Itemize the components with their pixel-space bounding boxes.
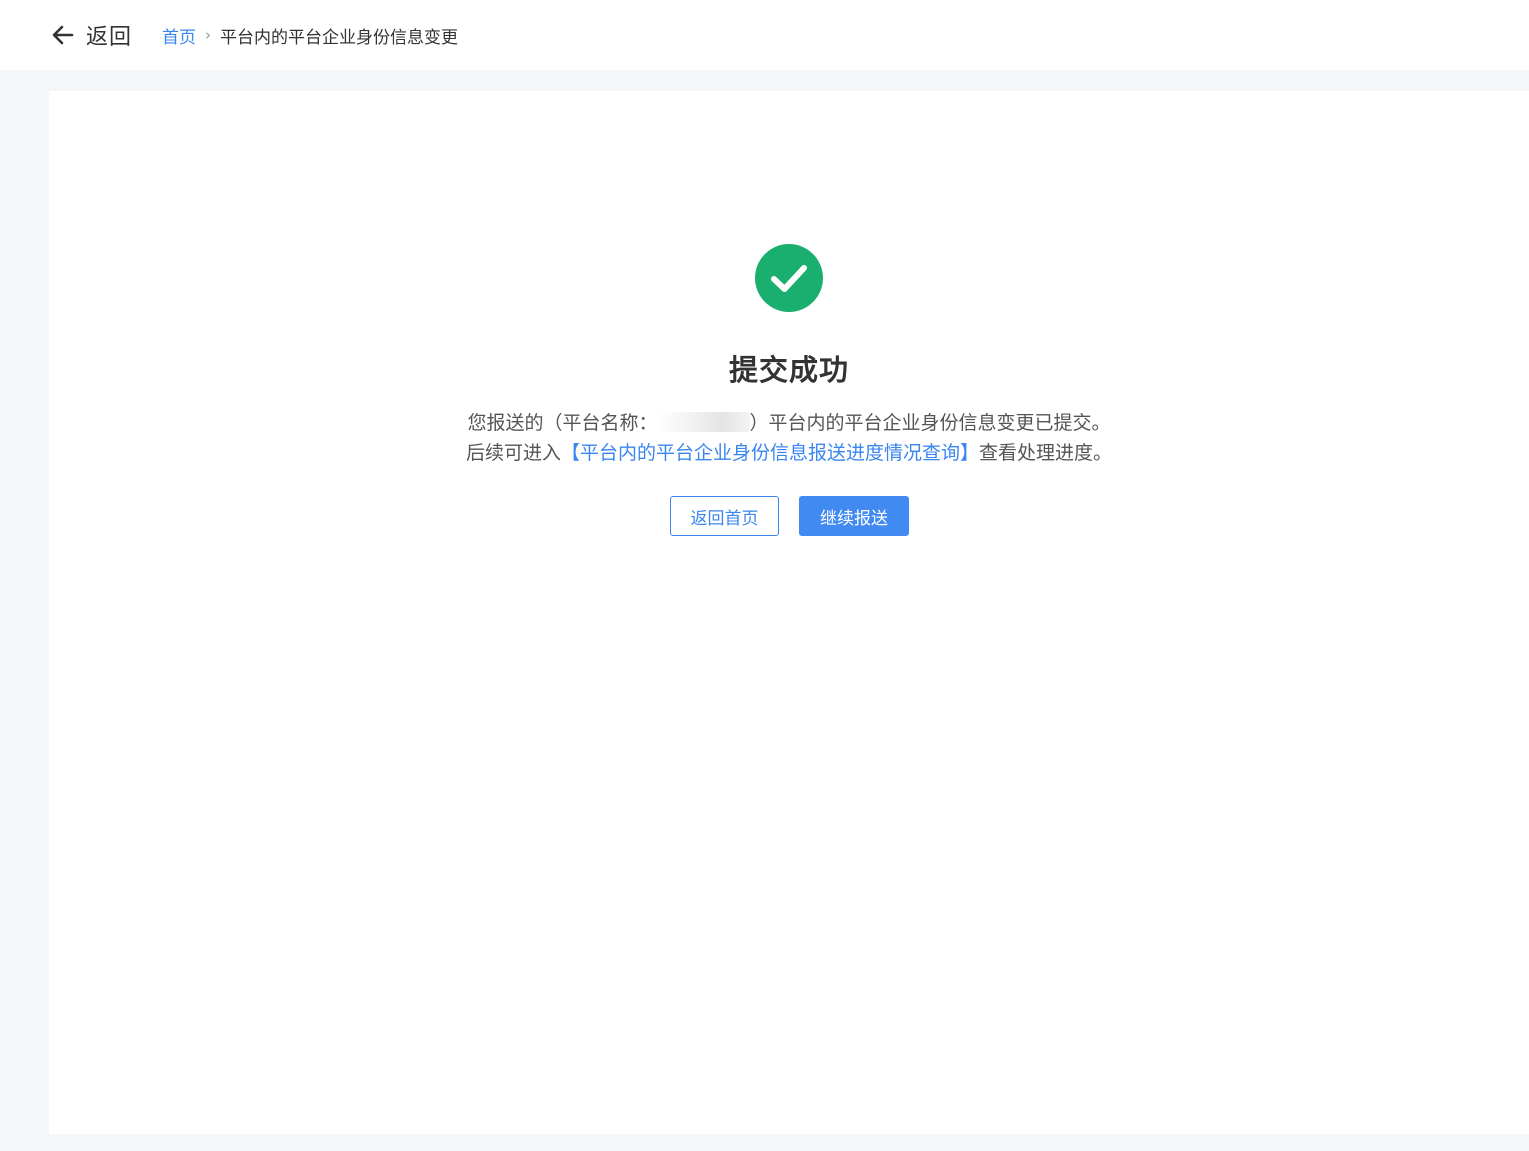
back-button[interactable]: 返回 — [50, 19, 132, 51]
redacted-platform-name — [657, 412, 750, 432]
result-message-suffix: ）平台内的平台企业身份信息变更已提交。 — [749, 412, 1111, 434]
breadcrumb: 首页 › 平台内的平台企业身份信息变更 — [162, 23, 458, 48]
progress-query-link[interactable]: 【平台内的平台企业身份信息报送进度情况查询】 — [561, 442, 979, 464]
continue-report-button[interactable]: 继续报送 — [799, 496, 909, 536]
check-circle-icon — [755, 244, 823, 312]
result-message-line1: 您报送的（平台名称： ）平台内的平台企业身份信息变更已提交。 — [49, 408, 1529, 435]
back-home-button[interactable]: 返回首页 — [670, 496, 779, 536]
result-message-prefix: 您报送的（平台名称： — [467, 412, 658, 434]
result-title: 提交成功 — [728, 353, 849, 387]
breadcrumb-home-link[interactable]: 首页 — [162, 23, 196, 48]
chevron-right-icon: › — [205, 26, 212, 44]
result-hint-prefix: 后续可进入 — [465, 442, 561, 464]
result-hint-suffix: 查看处理进度。 — [979, 442, 1113, 464]
back-label[interactable]: 返回 — [86, 19, 132, 51]
result-message-line2: 后续可进入【平台内的平台企业身份信息报送进度情况查询】查看处理进度。 — [49, 438, 1529, 465]
arrow-left-icon[interactable] — [50, 22, 76, 48]
top-bar: 返回 首页 › 平台内的平台企业身份信息变更 — [0, 0, 1529, 70]
content-card: 提交成功 您报送的（平台名称： ）平台内的平台企业身份信息变更已提交。 后续可进入… — [49, 91, 1529, 1134]
breadcrumb-current: 平台内的平台企业身份信息变更 — [220, 27, 459, 48]
